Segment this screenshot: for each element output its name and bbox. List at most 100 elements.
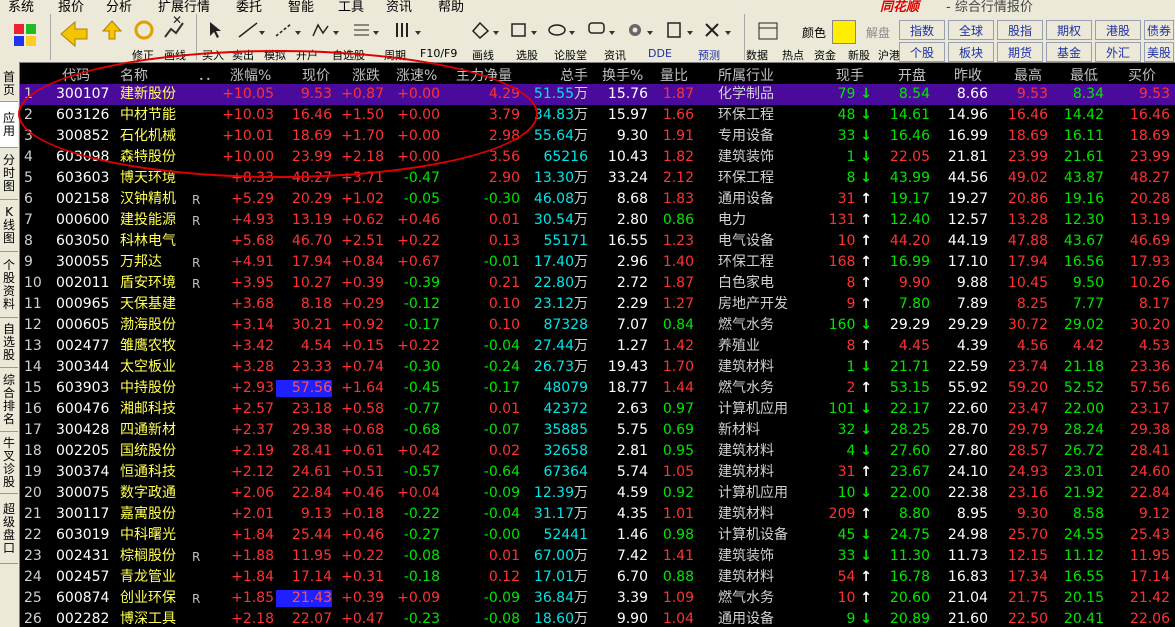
column-header[interactable]: 代码 xyxy=(62,65,90,85)
column-header[interactable]: 所属行业 xyxy=(718,65,774,85)
toolbar-label[interactable]: 热点 xyxy=(782,47,804,62)
toolbar-label[interactable]: 自选股 xyxy=(332,47,365,62)
gear-icon[interactable] xyxy=(624,20,654,40)
table-row[interactable]: 19 300374 恒通科技 +2.12 24.61 +0.51 -0.57 -0.64 673… xyxy=(20,462,1175,483)
table-row[interactable]: 25 600874 创业环保 R +1.85 21.43 +0.39 +0.09 -0.09 36… xyxy=(20,588,1175,609)
market-button[interactable]: 基金 xyxy=(1046,42,1092,62)
market-button[interactable]: 指数 xyxy=(899,20,945,40)
table-row[interactable]: 13 002477 雏鹰农牧 +3.42 4.54 +0.15 +0.22 -0.04 27.4… xyxy=(20,336,1175,357)
toolbar-label[interactable]: 周期 xyxy=(384,47,406,62)
column-header[interactable]: 量比 xyxy=(660,65,688,85)
sidebar-tab[interactable]: 首页 xyxy=(0,66,18,102)
table-row[interactable]: 16 600476 湘邮科技 +2.57 23.18 +0.58 -0.77 0.01 4237… xyxy=(20,399,1175,420)
up-arrow-icon[interactable] xyxy=(100,18,124,42)
toolbar-label[interactable]: 数据 xyxy=(746,47,768,62)
market-button[interactable]: 外汇 xyxy=(1095,42,1141,62)
market-button[interactable]: 全球 xyxy=(948,20,994,40)
toolbar-label[interactable]: 选股 xyxy=(516,47,538,62)
grid-view-icon[interactable] xyxy=(10,20,40,50)
table-row[interactable]: 22 603019 中科曙光 +1.84 25.44 +0.46 -0.27 -0.00 524… xyxy=(20,525,1175,546)
column-header[interactable]: 换手% xyxy=(602,65,643,85)
table-row[interactable]: 5 603603 博天环境 +8.33 48.27 +3.71 -0.47 2.90 13.30… xyxy=(20,168,1175,189)
column-header[interactable]: 名称 xyxy=(120,65,148,85)
sidebar-tab[interactable]: K线图 xyxy=(0,200,18,252)
column-header[interactable]: 涨幅% xyxy=(230,65,271,85)
toolbar-label[interactable]: 画线 xyxy=(164,47,186,62)
ellipse-tool-icon[interactable] xyxy=(546,20,576,40)
table-row[interactable]: 18 002205 国统股份 +2.19 28.41 +0.61 +0.42 0.02 3265… xyxy=(20,441,1175,462)
text-tool-icon[interactable] xyxy=(350,20,380,40)
line-tool-icon[interactable] xyxy=(236,20,266,40)
toolbar-label[interactable]: 开户 xyxy=(296,47,318,62)
bars-tool-icon[interactable] xyxy=(392,20,422,40)
toolbar-label[interactable]: 资金 xyxy=(814,47,836,62)
sidebar-tab[interactable]: 超级盘口 xyxy=(0,494,18,564)
table-row[interactable]: 17 300428 四通新材 +2.37 29.38 +0.68 -0.68 -0.07 358… xyxy=(20,420,1175,441)
market-button[interactable]: 期权 xyxy=(1046,20,1092,40)
back-arrow-icon[interactable] xyxy=(58,18,90,50)
table-row[interactable]: 4 603098 森特股份 +10.00 23.99 +2.18 +0.00 3.56 6521… xyxy=(20,147,1175,168)
column-header[interactable]: 现价 xyxy=(302,65,330,85)
jiepan-label[interactable]: 解盘 xyxy=(866,24,890,41)
refresh-icon[interactable] xyxy=(132,18,156,42)
table-row[interactable]: 11 000965 天保基建 +3.68 8.18 +0.29 -0.12 0.10 23.12… xyxy=(20,294,1175,315)
color-swatch[interactable] xyxy=(832,20,856,44)
comment-tool-icon[interactable] xyxy=(586,20,616,40)
toolbar-label[interactable]: 预测 xyxy=(698,47,720,62)
menu-item[interactable]: 工具 xyxy=(338,0,364,12)
toolbar-label[interactable]: 新股 xyxy=(848,47,870,62)
menu-item[interactable]: 帮助 xyxy=(438,0,464,12)
menu-item[interactable]: 资讯 xyxy=(386,0,412,12)
sidebar-tab[interactable]: 个股资料 xyxy=(0,252,18,318)
wave-tool-icon[interactable] xyxy=(310,20,340,40)
market-button[interactable]: 港股 xyxy=(1095,20,1141,40)
toolbar-label[interactable]: 买入 xyxy=(202,47,224,62)
toolbar-label[interactable]: F10/F9 xyxy=(420,47,457,60)
toolbar-label[interactable]: 模拟 xyxy=(264,47,286,62)
toolbar-label[interactable]: 卖出 xyxy=(232,47,254,62)
column-header[interactable]: 买价 xyxy=(1128,65,1156,85)
menu-item[interactable]: 系统 xyxy=(8,0,34,12)
column-header[interactable]: 主力净量 xyxy=(456,65,512,85)
rect-tool-icon[interactable] xyxy=(508,20,538,40)
sidebar-tab[interactable]: 分时图 xyxy=(0,148,18,200)
menu-item[interactable]: 委托 xyxy=(236,0,262,12)
table-row[interactable]: 21 300117 嘉寓股份 +2.01 9.13 +0.18 -0.22 -0.04 31.1… xyxy=(20,504,1175,525)
table-row[interactable]: 20 300075 数字政通 +2.06 22.84 +0.46 +0.04 -0.09 12.… xyxy=(20,483,1175,504)
menu-item[interactable]: 分析 xyxy=(106,0,132,12)
table-row[interactable]: 8 603050 科林电气 +5.68 46.70 +2.51 +0.22 0.13 55171… xyxy=(20,231,1175,252)
market-button[interactable]: 期货 xyxy=(997,42,1043,62)
market-button[interactable]: 板块 xyxy=(948,42,994,62)
market-button[interactable]: 股指 xyxy=(997,20,1043,40)
table-row[interactable]: 7 000600 建投能源 R +4.93 13.19 +0.62 +0.46 0.01 30.5… xyxy=(20,210,1175,231)
close-icon[interactable]: ✕ xyxy=(171,13,183,27)
table-row[interactable]: 12 000605 渤海股份 +3.14 30.21 +0.92 -0.17 0.10 8732… xyxy=(20,315,1175,336)
toolbar-label[interactable]: 画线 xyxy=(472,47,494,62)
bookmark-icon[interactable] xyxy=(664,20,694,40)
table-row[interactable]: 1 300107 建新股份 +10.05 9.53 +0.87 +0.00 4.29 51.55… xyxy=(20,84,1175,105)
cursor-icon[interactable] xyxy=(206,20,226,40)
menu-item[interactable]: 报价 xyxy=(58,0,84,12)
column-header[interactable]: 最高 xyxy=(1014,65,1042,85)
table-row[interactable]: 15 603903 中持股份 +2.93 57.56 +1.64 -0.45 -0.17 480… xyxy=(20,378,1175,399)
column-header[interactable]: 开盘 xyxy=(898,65,926,85)
table-row[interactable]: 3 300852 石化机械 +10.01 18.69 +1.70 +0.00 2.98 55.6… xyxy=(20,126,1175,147)
sidebar-tab[interactable]: 综合排名 xyxy=(0,368,18,432)
toolbar-label[interactable]: 修正 xyxy=(132,47,154,62)
table-row[interactable]: 6 002158 汉钟精机 R +5.29 20.29 +1.02 -0.05 -0.30 46.… xyxy=(20,189,1175,210)
table-row[interactable]: 14 300344 太空板业 +3.28 23.33 +0.74 -0.30 -0.24 26.… xyxy=(20,357,1175,378)
layout-icon[interactable] xyxy=(756,20,780,42)
column-header[interactable]: 最低 xyxy=(1070,65,1098,85)
market-button[interactable]: 债券 xyxy=(1144,20,1174,40)
column-header[interactable]: 涨跌 xyxy=(352,65,380,85)
market-button[interactable]: 个股 xyxy=(899,42,945,62)
delete-tool-icon[interactable] xyxy=(702,20,732,40)
table-row[interactable]: 23 002431 棕榈股份 R +1.88 11.95 +0.22 -0.08 0.01 67.… xyxy=(20,546,1175,567)
toolbar-label[interactable]: DDE xyxy=(648,47,672,60)
column-header[interactable]: 现手 xyxy=(836,65,864,85)
table-row[interactable]: 24 002457 青龙管业 +1.84 17.14 +0.31 -0.18 0.12 17.0… xyxy=(20,567,1175,588)
sidebar-tab[interactable]: 应用 xyxy=(0,102,18,148)
column-header[interactable]: 总手 xyxy=(560,65,588,85)
column-header[interactable]: ．． xyxy=(198,65,219,85)
market-button[interactable]: 美股 xyxy=(1144,42,1174,62)
